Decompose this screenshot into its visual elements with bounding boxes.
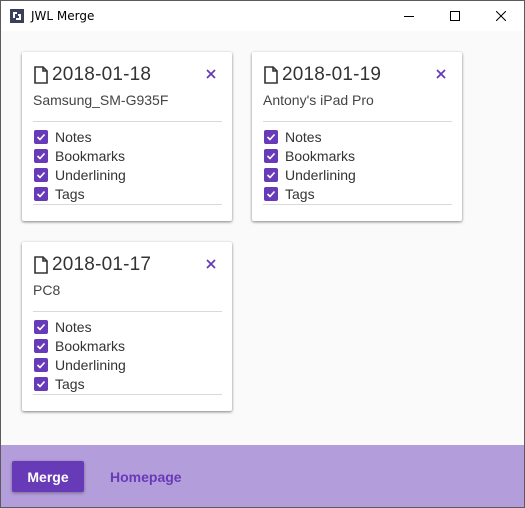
checkbox-checked-icon[interactable] <box>34 148 48 163</box>
divider <box>33 394 222 395</box>
file-icon <box>264 66 278 84</box>
checkbox-checked-icon[interactable] <box>34 167 48 182</box>
merge-options: Notes Bookmarks Underlining Tags <box>34 317 126 393</box>
option-label: Tags <box>55 375 85 392</box>
option-tags[interactable]: Tags <box>34 374 126 393</box>
maximize-icon <box>450 11 460 21</box>
checkbox-checked-icon[interactable] <box>34 357 48 372</box>
option-underlining[interactable]: Underlining <box>264 165 356 184</box>
option-label: Tags <box>285 185 315 202</box>
backup-cards-area: 2018-01-18 Samsung_SM-G935F Notes Bookma… <box>1 31 524 445</box>
divider <box>263 204 452 205</box>
option-label: Bookmarks <box>55 337 126 354</box>
checkbox-checked-icon[interactable] <box>34 338 48 353</box>
merge-options: Notes Bookmarks Underlining Tags <box>264 127 356 203</box>
option-label: Notes <box>285 128 322 145</box>
checkbox-checked-icon[interactable] <box>264 186 278 201</box>
option-underlining[interactable]: Underlining <box>34 165 126 184</box>
option-notes[interactable]: Notes <box>264 127 356 146</box>
remove-card-icon[interactable] <box>204 67 218 81</box>
remove-card-icon[interactable] <box>204 257 218 271</box>
file-icon <box>34 256 48 274</box>
option-label: Notes <box>55 318 92 335</box>
maximize-button[interactable] <box>432 1 478 31</box>
backup-card: 2018-01-17 PC8 Notes Bookmarks Underlini… <box>22 242 232 411</box>
backup-card: 2018-01-18 Samsung_SM-G935F Notes Bookma… <box>22 52 232 221</box>
option-bookmarks[interactable]: Bookmarks <box>264 146 356 165</box>
option-bookmarks[interactable]: Bookmarks <box>34 336 126 355</box>
checkbox-checked-icon[interactable] <box>264 167 278 182</box>
minimize-button[interactable] <box>386 1 432 31</box>
merge-button[interactable]: Merge <box>12 461 84 492</box>
title-bar[interactable]: JWL Merge <box>1 1 524 31</box>
option-label: Tags <box>55 185 85 202</box>
card-header: 2018-01-18 <box>33 64 151 86</box>
remove-card-icon[interactable] <box>434 67 448 81</box>
option-notes[interactable]: Notes <box>34 317 126 336</box>
option-label: Notes <box>55 128 92 145</box>
option-bookmarks[interactable]: Bookmarks <box>34 146 126 165</box>
app-logo-icon <box>10 9 24 23</box>
option-label: Underlining <box>55 166 126 183</box>
divider <box>33 121 222 122</box>
checkbox-checked-icon[interactable] <box>34 186 48 201</box>
app-window: JWL Merge 2018-01-18 Samsung_SM-G935F No… <box>0 0 525 508</box>
homepage-link[interactable]: Homepage <box>110 469 182 485</box>
divider <box>33 311 222 312</box>
card-device-name: PC8 <box>33 282 61 298</box>
checkbox-checked-icon[interactable] <box>34 129 48 144</box>
merge-options: Notes Bookmarks Underlining Tags <box>34 127 126 203</box>
minimize-icon <box>404 16 414 17</box>
card-date: 2018-01-19 <box>282 64 382 85</box>
card-device-name: Antony's iPad Pro <box>263 92 374 108</box>
option-label: Underlining <box>55 356 126 373</box>
checkbox-checked-icon[interactable] <box>264 148 278 163</box>
backup-card: 2018-01-19 Antony's iPad Pro Notes Bookm… <box>252 52 462 221</box>
divider <box>263 121 452 122</box>
card-header: 2018-01-19 <box>263 64 381 86</box>
divider <box>33 204 222 205</box>
option-notes[interactable]: Notes <box>34 127 126 146</box>
checkbox-checked-icon[interactable] <box>34 376 48 391</box>
card-date: 2018-01-18 <box>52 64 152 85</box>
option-label: Bookmarks <box>55 147 126 164</box>
file-icon <box>34 66 48 84</box>
option-label: Bookmarks <box>285 147 356 164</box>
checkbox-checked-icon[interactable] <box>264 129 278 144</box>
card-device-name: Samsung_SM-G935F <box>33 92 169 108</box>
footer-bar: Merge Homepage <box>1 445 524 507</box>
option-tags[interactable]: Tags <box>264 184 356 203</box>
close-icon <box>496 11 506 21</box>
option-tags[interactable]: Tags <box>34 184 126 203</box>
checkbox-checked-icon[interactable] <box>34 319 48 334</box>
close-window-button[interactable] <box>478 1 524 31</box>
window-title: JWL Merge <box>31 9 95 23</box>
option-underlining[interactable]: Underlining <box>34 355 126 374</box>
card-date: 2018-01-17 <box>52 254 152 275</box>
option-label: Underlining <box>285 166 356 183</box>
card-header: 2018-01-17 <box>33 254 151 276</box>
